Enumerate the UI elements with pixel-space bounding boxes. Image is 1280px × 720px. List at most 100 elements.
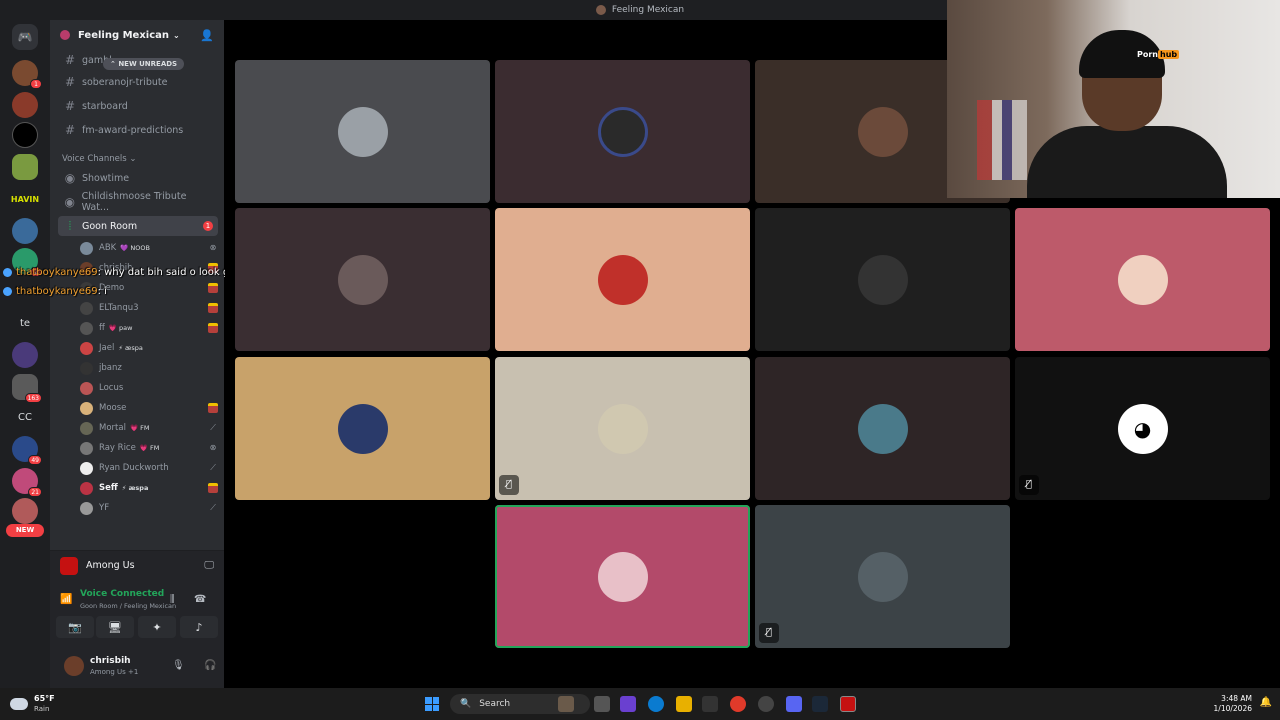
temperature: 65°F — [34, 694, 55, 703]
disconnect-icon[interactable]: ☎ — [194, 594, 206, 605]
server-icon-3[interactable] — [12, 122, 38, 148]
avatar[interactable] — [64, 656, 84, 676]
server-icon-14[interactable] — [12, 498, 38, 524]
voice-user[interactable]: YF ⟋ — [80, 498, 218, 518]
voice-user[interactable]: Ryan Duckworth ⟋ — [80, 458, 218, 478]
server-icon-9[interactable] — [12, 342, 38, 368]
avatar — [337, 106, 388, 157]
among-us-taskbar-icon[interactable] — [840, 696, 856, 712]
server-icon-10[interactable]: 163 — [12, 374, 42, 403]
server-icon-te[interactable]: te — [12, 310, 38, 336]
chat-overlay-message: thatboykanye69: i — [3, 286, 107, 297]
voice-status[interactable]: Voice Connected — [80, 589, 164, 599]
add-user-icon[interactable]: 👤 — [200, 29, 214, 42]
widgets-icon[interactable] — [558, 696, 574, 712]
participant-tile[interactable] — [235, 208, 490, 351]
participant-tile[interactable]: ◕ 🎙̸ — [1015, 357, 1270, 500]
taskbar: 65°F Rain 🔍 Search 3:48 AM 1/10/2026 🔔 — [0, 688, 1280, 720]
copilot-icon[interactable] — [620, 696, 636, 712]
participant-tile[interactable]: 🎙̸ — [495, 357, 750, 500]
clock[interactable]: 3:48 AM 1/10/2026 — [1214, 694, 1252, 714]
voice-user[interactable]: Moose — [80, 398, 218, 418]
server-name: Feeling Mexican — [78, 29, 170, 41]
file-explorer-icon[interactable] — [676, 696, 692, 712]
new-servers-pill[interactable]: NEW — [6, 524, 44, 537]
server-icon-cc[interactable]: CC — [12, 404, 38, 430]
voice-channel-tribute[interactable]: ◉ Childishmoose Tribute Wat... — [58, 191, 218, 213]
voice-user[interactable]: Jael ⚡ æspa — [80, 338, 218, 358]
voice-user[interactable]: ELTanqu3 — [80, 298, 218, 318]
server-icon-6[interactable] — [12, 218, 38, 244]
participant-tile[interactable] — [755, 357, 1010, 500]
participant-tile[interactable] — [495, 60, 750, 203]
headphones-icon[interactable]: 🎧 — [204, 660, 216, 671]
microphone-icon[interactable]: 🎙 — [172, 660, 185, 671]
voice-user-name: YF — [99, 503, 110, 513]
channel-item[interactable]: # soberanojr-tribute — [58, 72, 218, 92]
activity-panel[interactable]: Among Us 🖵 — [50, 550, 224, 580]
channel-item[interactable]: # starboard — [58, 96, 218, 116]
server-icon-1[interactable]: 1 — [12, 60, 42, 89]
server-icon-12[interactable]: 49 — [12, 436, 42, 465]
participant-tile[interactable] — [235, 357, 490, 500]
notification-bell-icon[interactable]: 🔔 — [1260, 697, 1272, 708]
server-icon-2[interactable] — [12, 92, 38, 118]
voice-user[interactable]: Locus — [80, 378, 218, 398]
voice-channel-showtime[interactable]: ◉ Showtime — [58, 168, 218, 188]
avatar — [857, 254, 908, 305]
participant-tile[interactable] — [1015, 208, 1270, 351]
voice-user[interactable]: ABK 💜 NOOB ⊗ — [80, 238, 218, 258]
server-icon-havin[interactable]: HAVIN — [11, 186, 39, 212]
voice-user-name: Moose — [99, 403, 127, 413]
screen-share-icon[interactable]: 🖵 — [204, 560, 214, 571]
channel-item[interactable]: # fm-award-predictions — [58, 120, 218, 140]
app-icon[interactable] — [758, 696, 774, 712]
participant-tile[interactable] — [495, 208, 750, 351]
discord-icon[interactable] — [786, 696, 802, 712]
voice-user[interactable]: ff 💗 paw — [80, 318, 218, 338]
server-icon — [595, 5, 606, 15]
task-view-icon[interactable] — [594, 696, 610, 712]
edge-icon[interactable] — [648, 696, 664, 712]
server-header[interactable]: Feeling Mexican ⌄ 👤 — [50, 20, 224, 50]
participant-tile[interactable] — [495, 505, 750, 648]
screen-share-button[interactable]: 🖥 — [96, 616, 134, 638]
noise-suppression-icon[interactable]: ⫼ — [170, 594, 175, 605]
participant-tile[interactable] — [755, 208, 1010, 351]
server-icon-13[interactable]: 21 — [12, 468, 42, 497]
camera-toggle-button[interactable]: 📷 — [56, 616, 94, 638]
voice-category[interactable]: Voice Channels ⌄ — [62, 154, 136, 164]
soundboard-button[interactable]: ♪ — [180, 616, 218, 638]
avatar — [857, 551, 908, 602]
participant-tile[interactable] — [235, 60, 490, 203]
voice-user-name: jbanz — [99, 363, 122, 373]
muted-icon: ⟋ — [210, 463, 216, 472]
voice-user[interactable]: Seff ⚡ æspa — [80, 478, 218, 498]
unread-badge: 1 — [203, 221, 213, 231]
avatar — [80, 321, 93, 335]
voice-user[interactable]: jbanz — [80, 358, 218, 378]
chevron-down-icon: ⌄ — [173, 30, 180, 40]
new-unreads-pill[interactable]: ⌃ NEW UNREADS — [103, 58, 185, 70]
discord-home-icon[interactable]: 🎮 — [12, 24, 38, 50]
voice-user[interactable]: Ray Rice 💗 FM ⊗ — [80, 438, 218, 458]
participant-tile[interactable]: 🎙̸ — [755, 505, 1010, 648]
chrome-icon[interactable] — [730, 696, 746, 712]
steam-icon[interactable] — [812, 696, 828, 712]
voice-user-name: ABK — [99, 243, 117, 253]
voice-user-name: Ray Rice — [99, 443, 136, 453]
avatar — [80, 381, 93, 395]
background-bottles — [977, 100, 1027, 180]
store-icon[interactable] — [702, 696, 718, 712]
weather-widget[interactable]: 65°F Rain — [10, 694, 55, 714]
channel-label: Showtime — [82, 172, 130, 184]
windows-start-icon[interactable] — [425, 697, 439, 711]
chat-overlay-message: thatboykanye69: why dat bih said o look … — [3, 267, 247, 278]
user-tag: 💗 paw — [108, 324, 133, 332]
hash-icon: # — [64, 53, 76, 67]
voice-user[interactable]: Mortal 💗 FM ⟋ — [80, 418, 218, 438]
voice-channel-goon-room[interactable]: ⦙ Goon Room 1 — [58, 216, 218, 236]
server-icon-4[interactable] — [12, 154, 38, 180]
activities-button[interactable]: ✦ — [138, 616, 176, 638]
channel-sidebar: Feeling Mexican ⌄ 👤 # gambl... ⌃ NEW UNRE… — [50, 20, 224, 688]
